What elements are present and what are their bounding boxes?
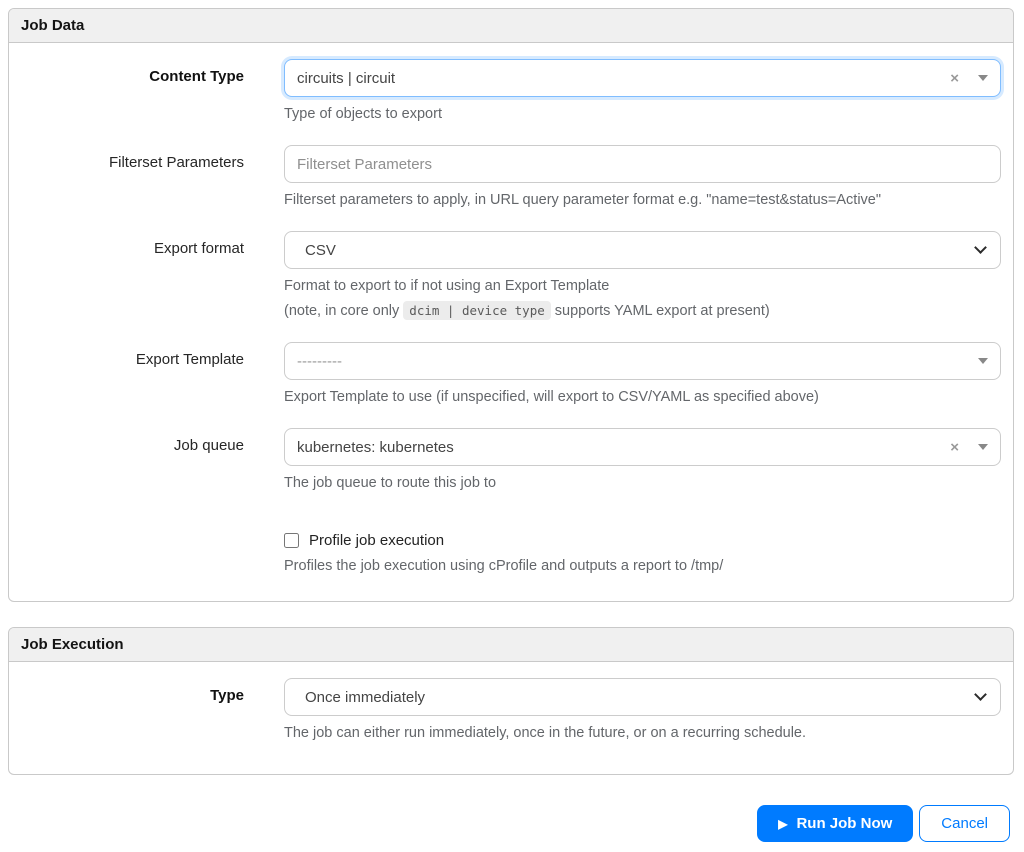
export-template-row: Export Template --------- Export Templat… xyxy=(9,342,1013,408)
filterset-input[interactable] xyxy=(284,145,1001,183)
content-type-label: Content Type xyxy=(21,59,259,85)
export-format-help-line2: (note, in core only dcim | device type s… xyxy=(284,301,1001,322)
chevron-down-icon xyxy=(974,688,987,701)
execution-type-select[interactable]: Once immediately xyxy=(284,678,1001,716)
panel-title: Job Data xyxy=(21,17,84,34)
job-queue-label: Job queue xyxy=(21,428,259,454)
profile-help: Profiles the job execution using cProfil… xyxy=(284,556,1001,577)
profile-checkbox[interactable] xyxy=(284,533,299,548)
job-data-panel-header: Job Data xyxy=(9,9,1013,43)
profile-checkbox-label: Profile job execution xyxy=(309,532,444,549)
export-format-value: CSV xyxy=(305,242,976,259)
filterset-row: Filterset Parameters Filterset parameter… xyxy=(9,145,1013,211)
chevron-down-icon xyxy=(978,358,988,364)
job-execution-panel: Job Execution Type Once immediately The … xyxy=(8,627,1014,775)
job-queue-value: kubernetes: kubernetes xyxy=(297,439,950,456)
export-format-row: Export format CSV Format to export to if… xyxy=(9,231,1013,322)
export-format-help-line1: Format to export to if not using an Expo… xyxy=(284,276,1001,297)
cancel-button[interactable]: Cancel xyxy=(919,805,1010,842)
run-job-now-button[interactable]: ▶ Run Job Now xyxy=(757,805,913,842)
form-actions: ▶ Run Job Now Cancel xyxy=(8,805,1014,842)
profile-checkbox-wrap: Profile job execution xyxy=(284,532,1001,549)
profile-row: Profile job execution Profiles the job e… xyxy=(9,532,1013,577)
execution-type-value: Once immediately xyxy=(305,689,976,706)
content-type-help: Type of objects to export xyxy=(284,104,1001,125)
content-type-row: Content Type circuits | circuit × Type o… xyxy=(9,59,1013,125)
execution-type-label: Type xyxy=(21,678,259,704)
export-template-select[interactable]: --------- xyxy=(284,342,1001,380)
inline-code: dcim | device type xyxy=(403,301,550,320)
execution-type-row: Type Once immediately The job can either… xyxy=(9,678,1013,744)
execution-type-help: The job can either run immediately, once… xyxy=(284,723,1001,744)
chevron-down-icon xyxy=(978,444,988,450)
job-queue-help: The job queue to route this job to xyxy=(284,473,1001,494)
chevron-down-icon xyxy=(974,241,987,254)
content-type-value: circuits | circuit xyxy=(297,70,950,87)
job-execution-panel-body: Type Once immediately The job can either… xyxy=(9,662,1013,774)
run-job-now-label: Run Job Now xyxy=(796,815,892,832)
clear-icon[interactable]: × xyxy=(950,440,959,455)
export-format-select[interactable]: CSV xyxy=(284,231,1001,269)
filterset-help: Filterset parameters to apply, in URL qu… xyxy=(284,190,1001,211)
export-format-help: Format to export to if not using an Expo… xyxy=(284,276,1001,322)
export-template-label: Export Template xyxy=(21,342,259,368)
export-format-label: Export format xyxy=(21,231,259,257)
export-template-placeholder: --------- xyxy=(297,353,978,370)
panel-title: Job Execution xyxy=(21,636,124,653)
content-type-select[interactable]: circuits | circuit × xyxy=(284,59,1001,97)
filterset-label: Filterset Parameters xyxy=(21,145,259,171)
job-run-form: Job Data Content Type circuits | circuit… xyxy=(0,0,1024,850)
export-template-help: Export Template to use (if unspecified, … xyxy=(284,387,1001,408)
job-queue-select[interactable]: kubernetes: kubernetes × xyxy=(284,428,1001,466)
job-data-panel: Job Data Content Type circuits | circuit… xyxy=(8,8,1014,602)
job-execution-panel-header: Job Execution xyxy=(9,628,1013,662)
chevron-down-icon xyxy=(978,75,988,81)
job-queue-row: Job queue kubernetes: kubernetes × The j… xyxy=(9,428,1013,494)
clear-icon[interactable]: × xyxy=(950,71,959,86)
play-icon: ▶ xyxy=(778,817,787,831)
job-data-panel-body: Content Type circuits | circuit × Type o… xyxy=(9,43,1013,601)
